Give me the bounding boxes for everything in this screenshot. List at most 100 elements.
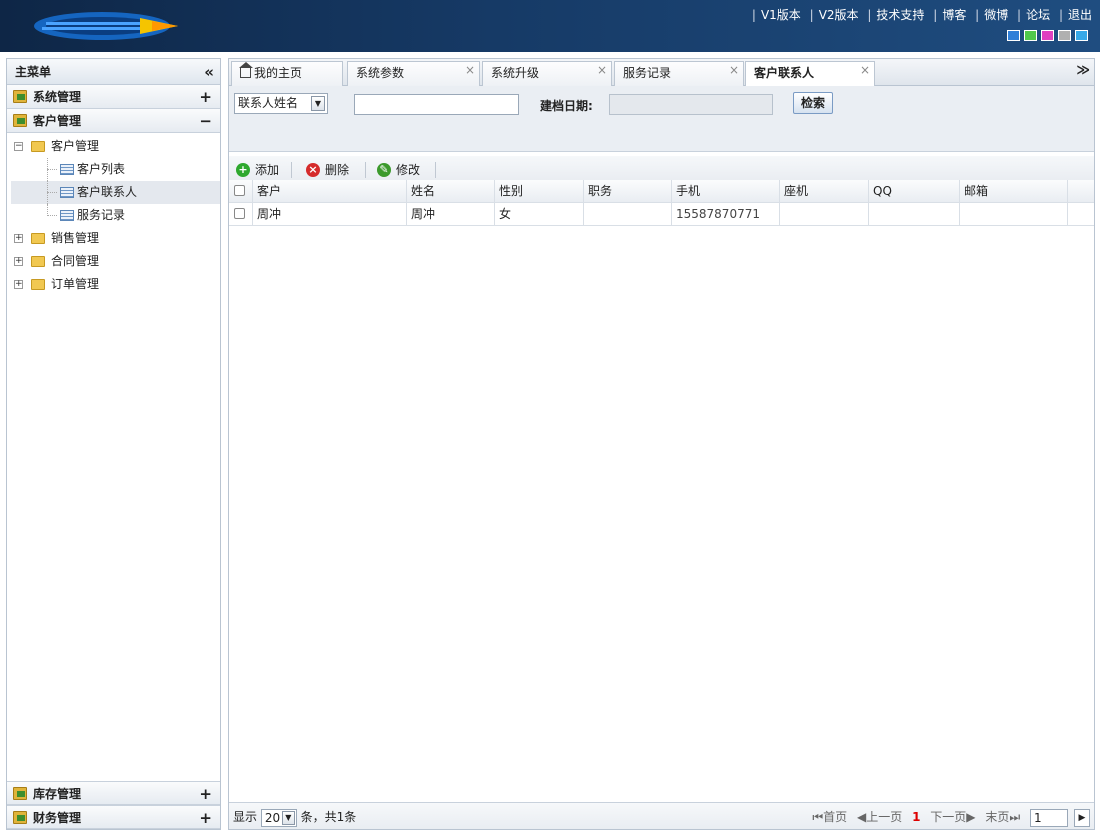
- link-v1[interactable]: V1版本: [761, 8, 801, 22]
- col-mobile[interactable]: 手机: [672, 180, 780, 202]
- tab-system-params[interactable]: 系统参数 ×: [347, 61, 480, 86]
- page-input[interactable]: 1: [1030, 808, 1068, 827]
- tree-expand-icon[interactable]: +: [14, 280, 23, 289]
- tree-node-orders[interactable]: + 订单管理: [11, 273, 220, 296]
- top-links: | V1版本 | V2版本 | 技术支持 | 博客 | 微博 | 论坛 | 退出: [751, 8, 1092, 22]
- link-logout[interactable]: 退出: [1068, 8, 1092, 22]
- skin-pink-button[interactable]: [1041, 30, 1054, 41]
- close-icon[interactable]: ×: [597, 59, 607, 81]
- tree-item-customer-contacts[interactable]: 客户联系人: [11, 181, 220, 204]
- customer-tree: − 客户管理 客户列表 客户联系人 服务记录 + 销售管理 + 合同管理 + 订…: [7, 133, 220, 296]
- skin-blue-button[interactable]: [1007, 30, 1020, 41]
- tab-label: 我的主页: [254, 66, 303, 80]
- date-input[interactable]: [609, 94, 773, 115]
- tree-item-customer-list[interactable]: 客户列表: [11, 158, 220, 181]
- skin-green-button[interactable]: [1024, 30, 1037, 41]
- folder-icon: [31, 233, 45, 244]
- menu-section-finance[interactable]: 财务管理 +: [7, 805, 220, 829]
- current-page: 1: [912, 810, 921, 824]
- tree-node-label: 合同管理: [51, 254, 100, 268]
- prev-page-link[interactable]: ◀上一页: [857, 810, 902, 824]
- edit-button[interactable]: ✎ 修改: [375, 161, 420, 179]
- menu-section-customer[interactable]: 客户管理 −: [7, 109, 220, 133]
- edit-label: 修改: [396, 163, 421, 177]
- skin-cyan-button[interactable]: [1075, 30, 1088, 41]
- col-phone[interactable]: 座机: [780, 180, 869, 202]
- link-support[interactable]: 技术支持: [876, 8, 924, 22]
- close-icon[interactable]: ×: [465, 59, 475, 81]
- close-icon[interactable]: ×: [860, 59, 870, 81]
- last-page-link[interactable]: 末页⏭: [985, 810, 1020, 824]
- skin-gray-button[interactable]: [1058, 30, 1071, 41]
- page-size-select[interactable]: 20 ▼: [260, 808, 297, 827]
- expand-icon[interactable]: +: [199, 782, 212, 806]
- tree-collapse-icon[interactable]: −: [14, 142, 23, 151]
- tree-node-contracts[interactable]: + 合同管理: [11, 250, 220, 273]
- menu-section-label: 库存管理: [33, 787, 82, 801]
- cell-name: 周冲: [407, 203, 495, 225]
- tab-service-records[interactable]: 服务记录 ×: [614, 61, 744, 86]
- tree-node-sales[interactable]: + 销售管理: [11, 227, 220, 250]
- tree-node-customer-mgmt[interactable]: − 客户管理: [11, 135, 220, 158]
- search-panel: 联系人姓名 ▼ 建档日期: 检索: [229, 86, 1094, 152]
- menu-section-label: 财务管理: [33, 811, 82, 825]
- tab-label: 系统升级: [491, 66, 540, 80]
- pencil-icon: ✎: [377, 163, 391, 177]
- cell-phone: [780, 203, 869, 225]
- close-icon[interactable]: ×: [729, 59, 739, 81]
- folder-arrow-icon: [13, 787, 27, 800]
- tab-label: 服务记录: [623, 66, 672, 80]
- search-input[interactable]: [354, 94, 519, 115]
- folder-icon: [31, 279, 45, 290]
- menu-section-system[interactable]: 系统管理 +: [7, 85, 220, 109]
- link-forum[interactable]: 论坛: [1026, 8, 1050, 22]
- tree-item-label: 客户列表: [77, 162, 126, 176]
- go-arrow-icon[interactable]: ▶: [1074, 808, 1090, 827]
- col-title[interactable]: 职务: [584, 180, 672, 202]
- tree-item-service-records[interactable]: 服务记录: [11, 204, 220, 227]
- expand-icon[interactable]: +: [199, 85, 212, 109]
- add-button[interactable]: + 添加: [234, 161, 279, 179]
- page-size-area: 显示 20 ▼ 条，共1条: [233, 808, 356, 827]
- folder-icon: [31, 256, 45, 267]
- collapse-icon[interactable]: «: [204, 59, 214, 85]
- table-row[interactable]: 周冲 周冲 女 15587870771: [229, 203, 1094, 226]
- link-v2[interactable]: V2版本: [819, 8, 859, 22]
- delete-icon: ×: [306, 163, 320, 177]
- col-gender[interactable]: 性别: [495, 180, 584, 202]
- tree-expand-icon[interactable]: +: [14, 257, 23, 266]
- next-page-link[interactable]: 下一页▶: [930, 810, 975, 824]
- tree-node-label: 订单管理: [51, 277, 100, 291]
- logo: [34, 12, 178, 40]
- tab-label: 客户联系人: [754, 66, 815, 80]
- tab-home[interactable]: 我的主页: [231, 61, 343, 86]
- search-button[interactable]: 检索: [793, 92, 833, 114]
- collapse-section-icon[interactable]: −: [199, 109, 212, 133]
- sidebar: 主菜单 « 系统管理 + 客户管理 − − 客户管理 客户列表 客户联系人 服务…: [6, 58, 221, 830]
- row-checkbox[interactable]: [229, 203, 253, 225]
- chevron-down-icon: ▼: [281, 810, 295, 825]
- link-weibo[interactable]: 微博: [984, 8, 1008, 22]
- first-page-link[interactable]: ⏮首页: [812, 810, 847, 824]
- top-header: | V1版本 | V2版本 | 技术支持 | 博客 | 微博 | 论坛 | 退出: [0, 0, 1100, 52]
- col-customer[interactable]: 客户: [253, 180, 407, 202]
- tree-expand-icon[interactable]: +: [14, 234, 23, 243]
- pager: ⏮首页 ◀上一页 1 下一页▶ 末页⏭ 1 ▶: [806, 808, 1090, 827]
- col-qq[interactable]: QQ: [869, 180, 960, 202]
- tab-menu-icon[interactable]: ≫: [1076, 63, 1090, 78]
- tab-system-upgrade[interactable]: 系统升级 ×: [482, 61, 612, 86]
- search-field-select[interactable]: 联系人姓名 ▼: [234, 93, 328, 114]
- cell-qq: [869, 203, 960, 225]
- sidebar-title: 主菜单 «: [7, 59, 220, 85]
- expand-icon[interactable]: +: [199, 806, 212, 830]
- tab-customer-contacts[interactable]: 客户联系人 ×: [745, 61, 875, 87]
- cell-gender: 女: [495, 203, 584, 225]
- add-label: 添加: [255, 163, 280, 177]
- col-email[interactable]: 邮箱: [960, 180, 1068, 202]
- menu-section-inventory[interactable]: 库存管理 +: [7, 781, 220, 805]
- link-blog[interactable]: 博客: [942, 8, 966, 22]
- chevron-down-icon: ▼: [311, 96, 325, 111]
- delete-button[interactable]: × 删除: [304, 161, 349, 179]
- col-name[interactable]: 姓名: [407, 180, 495, 202]
- select-all-checkbox[interactable]: [229, 180, 253, 202]
